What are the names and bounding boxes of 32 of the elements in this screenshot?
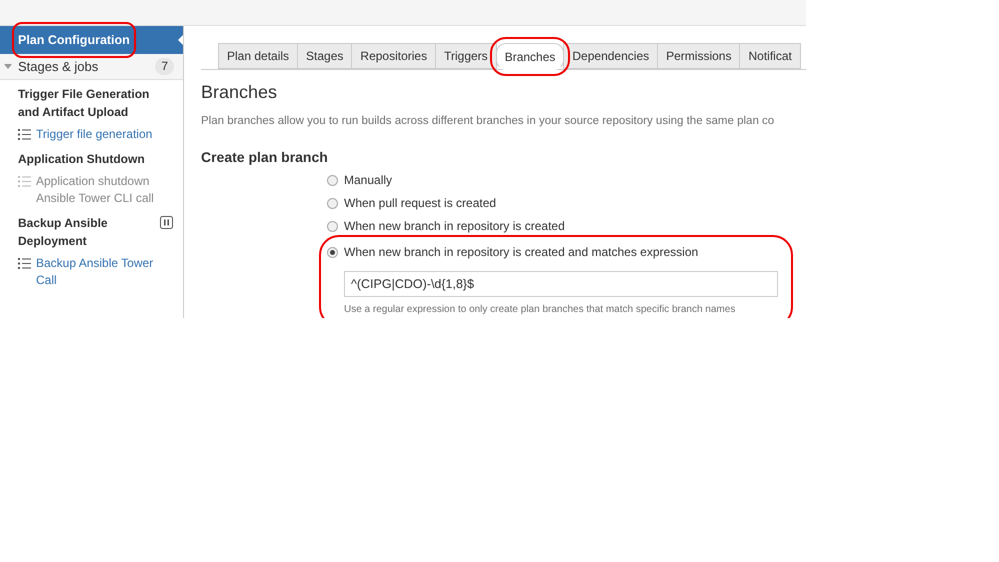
help-text: Use a regular expression to only create plan branches that match specific branch names — [344, 303, 736, 318]
stage-title: Application Shutdown — [18, 151, 146, 168]
radio-button[interactable] — [327, 220, 338, 232]
tab[interactable]: Plan details — [218, 43, 298, 69]
stage-title: Backup Ansible Deployment — [18, 215, 109, 250]
section-title: Create plan branch — [201, 148, 329, 168]
page-title: Branches — [201, 81, 278, 104]
option-label: When new branch in repository is created and matches expression — [344, 244, 698, 262]
stage-title: Trigger File Generation and Artifact Upload — [18, 86, 150, 121]
stages-header[interactable]: Stages & jobs 7 — [0, 54, 183, 80]
list-icon — [18, 129, 31, 140]
description-text: Plan branches allow you to run builds across different branches in your source repository using the same plan co — [201, 114, 776, 129]
option-label: When new branch in repository is created — [344, 218, 565, 236]
radio-button[interactable] — [327, 246, 338, 258]
option-label: When pull request is created — [344, 195, 496, 212]
tab[interactable]: Permissions — [657, 43, 740, 69]
stages-label: Stages & jobs — [18, 58, 100, 76]
tab[interactable]: Repositories — [351, 43, 436, 69]
count-badge: 7 — [155, 58, 174, 75]
radio-button[interactable] — [327, 174, 338, 186]
job-link[interactable]: Backup Ansible Tower Call — [36, 255, 173, 289]
tab[interactable]: Stages — [297, 43, 352, 69]
option-label: Manually — [344, 172, 392, 190]
radio-button[interactable] — [327, 198, 338, 209]
regex-input-field[interactable]: ^(CIPG|CDO)-\d{1,8}$ — [344, 271, 778, 298]
job-link[interactable]: Trigger file generation — [36, 126, 152, 143]
tab[interactable]: Notificat — [739, 43, 801, 69]
list-icon — [18, 258, 31, 269]
tab[interactable]: Triggers — [435, 43, 497, 69]
list-icon — [18, 176, 31, 187]
tab[interactable]: Dependencies — [563, 43, 658, 69]
selection-pointer-icon — [178, 35, 183, 45]
